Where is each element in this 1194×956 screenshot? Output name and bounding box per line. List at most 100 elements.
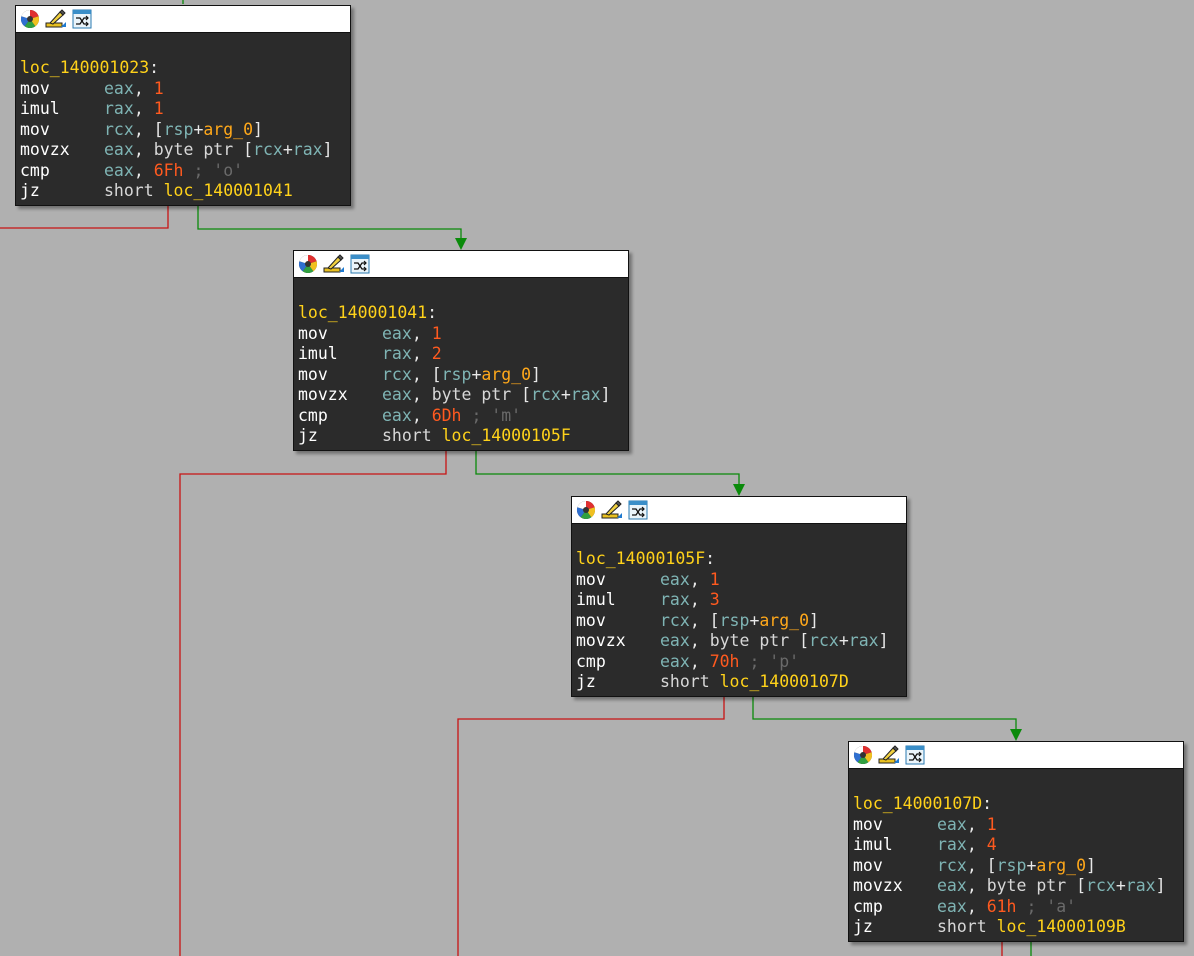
edit-pencil-icon[interactable] (45, 8, 67, 30)
instruction-mnemonic[interactable]: imul (576, 590, 660, 611)
color-palette-icon[interactable] (19, 8, 41, 30)
instruction-mnemonic[interactable]: cmp (576, 652, 660, 673)
instruction-mnemonic[interactable]: jz (298, 426, 382, 447)
instruction-line[interactable]: mov eax, 1 (853, 815, 1183, 836)
color-palette-icon[interactable] (575, 499, 597, 521)
operand-immediate[interactable]: 70h (710, 652, 740, 671)
instruction-line[interactable]: jz short loc_14000109B (853, 917, 1183, 938)
instruction-line[interactable]: movzx eax, byte ptr [rcx+rax] (576, 631, 906, 652)
jump-target-label[interactable]: loc_14000107D (720, 672, 849, 691)
code-block[interactable]: loc_140001023: mov eax, 1 imul rax, 1 mov rcx,… (15, 5, 351, 206)
operand-register[interactable]: rax (571, 385, 601, 404)
operand-immediate[interactable]: 1 (432, 324, 442, 343)
operand-immediate[interactable]: 2 (432, 344, 442, 363)
edit-pencil-icon[interactable] (323, 253, 345, 275)
instruction-line[interactable]: cmp eax, 6Dh ; 'm' (298, 406, 628, 427)
operand-stack-arg[interactable]: arg_0 (481, 365, 531, 384)
operand-immediate[interactable]: 61h (987, 897, 1017, 916)
graph-switch-icon[interactable] (904, 744, 926, 766)
operand-register[interactable]: rax (937, 835, 967, 854)
instruction-line[interactable]: movzx eax, byte ptr [rcx+rax] (298, 385, 628, 406)
operand-immediate[interactable]: 6Fh (154, 161, 184, 180)
operand-immediate[interactable]: 1 (154, 79, 164, 98)
block-label[interactable]: loc_140001023 (20, 58, 149, 79)
graph-switch-icon[interactable] (349, 253, 371, 275)
instruction-line[interactable]: cmp eax, 61h ; 'a' (853, 897, 1183, 918)
color-palette-icon[interactable] (297, 253, 319, 275)
instruction-mnemonic[interactable]: cmp (298, 406, 382, 427)
graph-switch-icon[interactable] (71, 8, 93, 30)
instruction-mnemonic[interactable]: movzx (20, 140, 104, 161)
operand-register[interactable]: rax (660, 590, 690, 609)
instruction-mnemonic[interactable]: mov (853, 815, 937, 836)
operand-register[interactable]: rax (849, 631, 879, 650)
operand-register[interactable]: eax (382, 406, 412, 425)
operand-immediate[interactable]: 1 (154, 99, 164, 118)
instruction-mnemonic[interactable]: movzx (576, 631, 660, 652)
operand-register[interactable]: eax (382, 385, 412, 404)
operand-register[interactable]: rax (382, 344, 412, 363)
instruction-line[interactable]: mov rcx, [rsp+arg_0] (853, 856, 1183, 877)
operand-register[interactable]: rcx (104, 120, 134, 139)
instruction-mnemonic[interactable]: imul (853, 835, 937, 856)
instruction-mnemonic[interactable]: mov (298, 365, 382, 386)
instruction-mnemonic[interactable]: movzx (853, 876, 937, 897)
operand-immediate[interactable]: 4 (987, 835, 997, 854)
operand-register[interactable]: rsp (997, 856, 1027, 875)
instruction-line[interactable]: mov rcx, [rsp+arg_0] (298, 365, 628, 386)
operand-register[interactable]: rcx (937, 856, 967, 875)
operand-register[interactable]: eax (937, 897, 967, 916)
graph-view[interactable]: loc_140001023: mov eax, 1 imul rax, 1 mov rcx,… (0, 0, 1194, 956)
instruction-line[interactable]: mov rcx, [rsp+arg_0] (20, 120, 350, 141)
operand-register[interactable]: eax (104, 161, 134, 180)
operand-register[interactable]: eax (660, 652, 690, 671)
instruction-line[interactable]: cmp eax, 6Fh ; 'o' (20, 161, 350, 182)
instruction-mnemonic[interactable]: jz (853, 917, 937, 938)
operand-register[interactable]: rcx (660, 611, 690, 630)
operand-register[interactable]: eax (660, 631, 690, 650)
instruction-mnemonic[interactable]: imul (20, 99, 104, 120)
operand-register[interactable]: rcx (531, 385, 561, 404)
instruction-mnemonic[interactable]: movzx (298, 385, 382, 406)
operand-register[interactable]: rax (293, 140, 323, 159)
instruction-mnemonic[interactable]: imul (298, 344, 382, 365)
operand-register[interactable]: rax (104, 99, 134, 118)
operand-register[interactable]: rcx (382, 365, 412, 384)
edit-pencil-icon[interactable] (601, 499, 623, 521)
instruction-line[interactable]: mov rcx, [rsp+arg_0] (576, 611, 906, 632)
block-label[interactable]: loc_140001041 (298, 303, 427, 324)
instruction-mnemonic[interactable]: mov (576, 611, 660, 632)
operand-register[interactable]: rcx (1086, 876, 1116, 895)
operand-register[interactable]: eax (660, 570, 690, 589)
operand-stack-arg[interactable]: arg_0 (759, 611, 809, 630)
operand-immediate[interactable]: 3 (710, 590, 720, 609)
operand-immediate[interactable]: 1 (710, 570, 720, 589)
instruction-mnemonic[interactable]: jz (576, 672, 660, 693)
instruction-line[interactable]: mov eax, 1 (576, 570, 906, 591)
operand-register[interactable]: rsp (442, 365, 472, 384)
operand-immediate[interactable]: 1 (987, 815, 997, 834)
operand-register[interactable]: rax (1126, 876, 1156, 895)
instruction-line[interactable]: imul rax, 4 (853, 835, 1183, 856)
instruction-line[interactable]: mov eax, 1 (20, 79, 350, 100)
instruction-line[interactable]: mov eax, 1 (298, 324, 628, 345)
jump-target-label[interactable]: loc_14000105F (442, 426, 571, 445)
instruction-line[interactable]: movzx eax, byte ptr [rcx+rax] (20, 140, 350, 161)
operand-immediate[interactable]: 6Dh (432, 406, 462, 425)
instruction-mnemonic[interactable]: mov (576, 570, 660, 591)
instruction-line[interactable]: imul rax, 3 (576, 590, 906, 611)
block-label[interactable]: loc_14000105F (576, 549, 705, 570)
edit-pencil-icon[interactable] (878, 744, 900, 766)
jump-target-label[interactable]: loc_140001041 (164, 181, 293, 200)
operand-register[interactable]: rcx (809, 631, 839, 650)
code-block[interactable]: loc_14000105F: mov eax, 1 imul rax, 3 mov rcx,… (571, 496, 907, 697)
graph-switch-icon[interactable] (627, 499, 649, 521)
instruction-mnemonic[interactable]: mov (20, 79, 104, 100)
instruction-line[interactable]: imul rax, 1 (20, 99, 350, 120)
instruction-line[interactable]: imul rax, 2 (298, 344, 628, 365)
operand-register[interactable]: eax (104, 79, 134, 98)
instruction-mnemonic[interactable]: cmp (20, 161, 104, 182)
operand-register[interactable]: rsp (164, 120, 194, 139)
operand-register[interactable]: eax (382, 324, 412, 343)
instruction-mnemonic[interactable]: jz (20, 181, 104, 202)
